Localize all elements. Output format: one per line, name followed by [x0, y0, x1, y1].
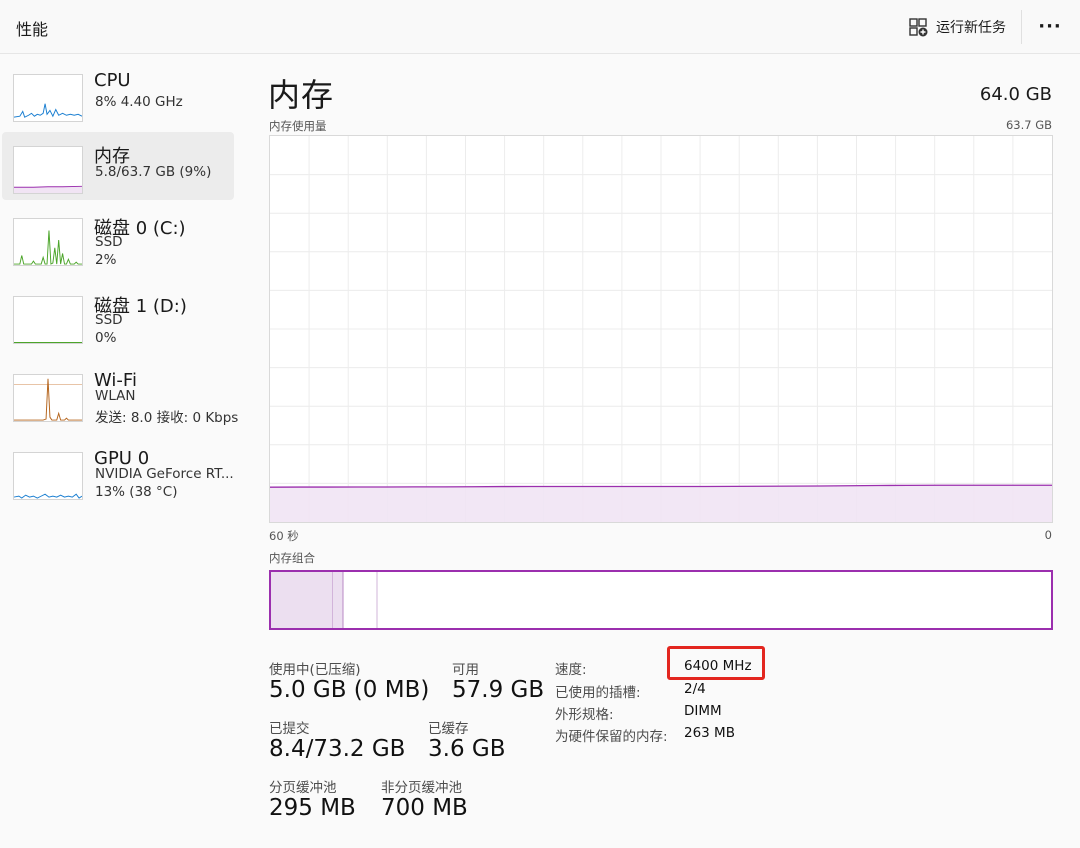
- usage-chart-max: 63.7 GB: [1005, 118, 1052, 132]
- sidebar-item-detail: 0%: [95, 330, 117, 346]
- sidebar-item-title: CPU: [94, 70, 131, 91]
- disk-0-graph-thumbnail: [13, 218, 83, 266]
- in-use-value: 5.0 GB (0 MB): [269, 677, 430, 703]
- form-factor-label: 外形规格:: [555, 707, 614, 723]
- slots-used-value: 2/4: [684, 681, 706, 697]
- composition-label: 内存组合: [269, 551, 315, 565]
- memory-composition-bar[interactable]: [269, 570, 1053, 630]
- in-use-label: 使用中(已压缩): [269, 662, 361, 678]
- form-factor-value: DIMM: [684, 703, 722, 719]
- wifi-graph-thumbnail: [13, 374, 83, 422]
- cpu-graph-thumbnail: [13, 74, 83, 122]
- sidebar-item-disk-0[interactable]: 磁盘 0 (C:) SSD 2%: [2, 204, 234, 272]
- available-value: 57.9 GB: [452, 677, 545, 703]
- sidebar-item-cpu[interactable]: CPU 8% 4.40 GHz: [2, 60, 234, 128]
- cached-label: 已缓存: [428, 721, 469, 737]
- usage-chart-label: 内存使用量: [269, 119, 327, 133]
- x-axis-left-label: 60 秒: [269, 529, 299, 543]
- memory-graph-thumbnail: [13, 146, 83, 194]
- sidebar-item-detail: 发送: 8.0 接收: 0 Kbps: [95, 410, 239, 426]
- modified-segment: [333, 572, 343, 628]
- memory-usage-plot: [270, 136, 1052, 522]
- title-bar: 性能 运行新任务 ···: [0, 0, 1080, 54]
- speed-label: 速度:: [555, 662, 587, 678]
- sidebar-item-detail: WLAN: [95, 388, 136, 404]
- memory-usage-area: [270, 485, 1052, 522]
- disk-1-graph-thumbnail: [13, 296, 83, 344]
- memory-usage-chart: [269, 135, 1053, 523]
- sidebar-item-detail: SSD: [95, 312, 123, 328]
- more-options-button[interactable]: ···: [1036, 12, 1064, 40]
- hardware-reserved-label: 为硬件保留的内存:: [555, 729, 668, 745]
- sidebar-item-detail: SSD: [95, 234, 123, 250]
- sidebar-item-detail: 13% (38 °C): [95, 484, 178, 500]
- sidebar-item-detail: 5.8/63.7 GB (9%): [95, 164, 212, 180]
- total-memory: 64.0 GB: [979, 84, 1052, 105]
- paged-pool-value: 295 MB: [269, 795, 356, 821]
- cached-value: 3.6 GB: [428, 736, 506, 762]
- committed-value: 8.4/73.2 GB: [269, 736, 406, 762]
- divider: [1021, 10, 1022, 44]
- sidebar-item-detail: 8% 4.40 GHz: [95, 94, 183, 110]
- hardware-reserved-value: 263 MB: [684, 725, 735, 741]
- sidebar-item-gpu-0[interactable]: GPU 0 NVIDIA GeForce RT... 13% (38 °C): [2, 438, 234, 506]
- gpu-graph-thumbnail: [13, 452, 83, 500]
- page-title: 性能: [16, 20, 49, 39]
- non-paged-pool-value: 700 MB: [381, 795, 468, 821]
- in-use-segment: [271, 572, 333, 628]
- sidebar-item-detail: 2%: [95, 252, 117, 268]
- committed-label: 已提交: [269, 721, 310, 737]
- available-label: 可用: [452, 662, 479, 678]
- run-new-task-label: 运行新任务: [936, 20, 1006, 36]
- sidebar-item-disk-1[interactable]: 磁盘 1 (D:) SSD 0%: [2, 282, 234, 350]
- new-task-icon: [909, 18, 928, 37]
- sidebar-item-memory[interactable]: 内存 5.8/63.7 GB (9%): [2, 132, 234, 200]
- paged-pool-label: 分页缓冲池: [269, 780, 337, 796]
- composition-segments: [271, 572, 378, 628]
- sidebar-item-detail: NVIDIA GeForce RT...: [95, 466, 234, 482]
- speed-highlight-box: [667, 646, 765, 680]
- run-new-task-button[interactable]: 运行新任务: [908, 14, 1006, 40]
- section-title: 内存: [268, 76, 335, 114]
- more-icon: ···: [1038, 15, 1062, 37]
- slots-used-label: 已使用的插槽:: [555, 685, 641, 701]
- x-axis-right-label: 0: [1044, 528, 1052, 542]
- non-paged-pool-label: 非分页缓冲池: [381, 780, 462, 796]
- sidebar-item-wifi[interactable]: Wi-Fi WLAN 发送: 8.0 接收: 0 Kbps: [2, 360, 238, 428]
